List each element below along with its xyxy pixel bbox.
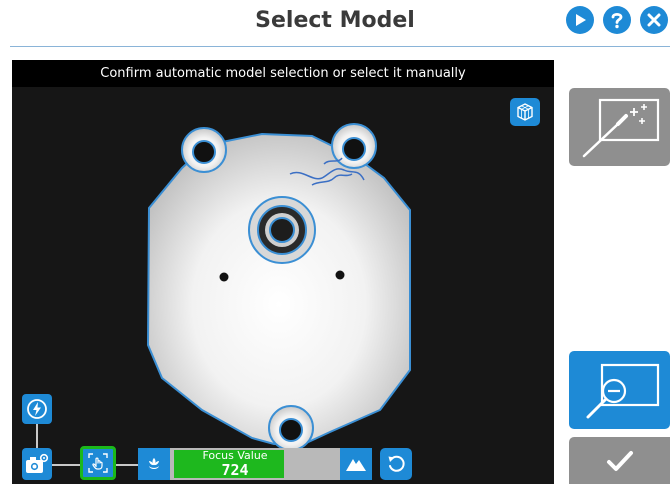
focus-value-meter: Focus Value 724 (170, 448, 340, 480)
camera-settings-button[interactable] (22, 448, 52, 480)
magic-wand-icon (582, 98, 659, 158)
reset-icon (388, 455, 405, 472)
hand-select-icon (88, 453, 108, 473)
landscape-focus-button[interactable] (340, 448, 372, 480)
play-button[interactable] (566, 6, 594, 34)
connector-line (116, 464, 138, 466)
macro-focus-button[interactable] (138, 448, 170, 480)
close-button[interactable] (640, 6, 668, 34)
reset-focus-button[interactable] (380, 448, 412, 480)
manual-select-button[interactable] (80, 446, 116, 480)
help-icon (611, 12, 623, 29)
auto-select-button[interactable] (569, 88, 670, 166)
camera-settings-icon (26, 453, 49, 473)
focus-value-number: 724 (221, 461, 249, 479)
check-icon (606, 450, 633, 471)
flash-auto-button[interactable] (22, 394, 52, 424)
manual-select-inner (85, 450, 111, 476)
play-icon (576, 14, 586, 26)
zoom-out-icon (586, 363, 659, 419)
instruction-text: Confirm automatic model selection or sel… (12, 60, 554, 87)
connector-line (36, 424, 38, 448)
macro-flower-icon (149, 458, 159, 469)
connector-line (52, 464, 80, 466)
close-icon (647, 13, 661, 27)
flash-auto-icon (27, 399, 47, 419)
help-button[interactable] (603, 6, 631, 34)
confirm-button[interactable] (569, 437, 670, 484)
zoom-out-button[interactable] (569, 351, 670, 429)
camera-view[interactable]: Confirm automatic model selection or sel… (12, 60, 554, 484)
camera-image (12, 60, 554, 484)
header-divider (10, 46, 670, 47)
cube-view-button[interactable] (510, 98, 540, 126)
landscape-mountain-icon (346, 459, 366, 471)
cube-icon (517, 103, 533, 121)
header: Select Model (0, 0, 670, 47)
